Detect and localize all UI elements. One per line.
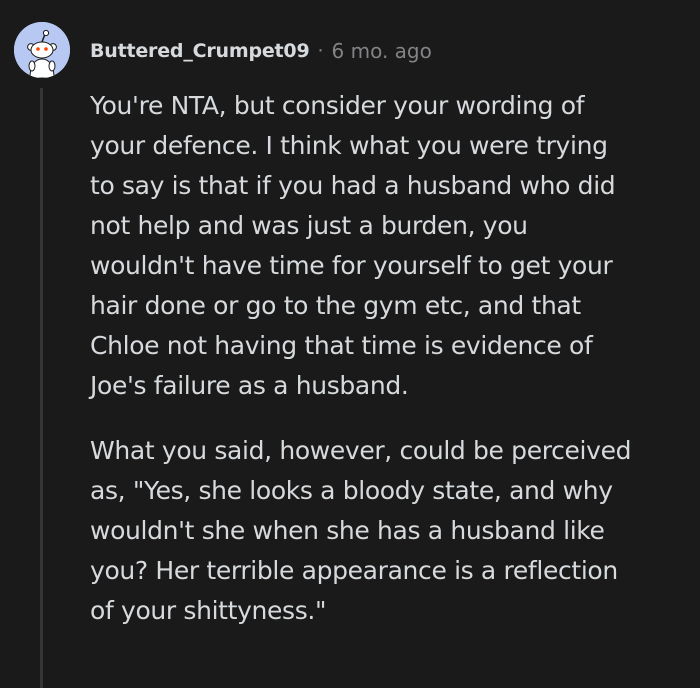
comment-paragraph: You're NTA, but consider your wording of… [90,86,690,406]
text-line: of your shittyness." [90,596,327,625]
comment-paragraph: What you said, however, could be perceiv… [90,431,690,631]
comment-timestamp[interactable]: 6 mo. ago [332,39,432,63]
text-line: not help and was just a burden, you [90,211,528,240]
thread-collapse-line[interactable] [40,88,43,688]
text-line: You're NTA, but consider your wording of [90,91,585,120]
text-line: to say is that if you had a husband who … [90,171,616,200]
text-line: your defence. I think what you were tryi… [90,131,608,160]
text-line: you? Her terrible appearance is a reflec… [90,556,618,585]
comment: Buttered_Crumpet09 · 6 mo. ago You're NT… [0,0,700,688]
comment-body: You're NTA, but consider your wording of… [90,86,690,631]
username-link[interactable]: Buttered_Crumpet09 [90,40,310,62]
text-line: as, "Yes, she looks a bloody state, and … [90,476,613,505]
comment-meta: Buttered_Crumpet09 · 6 mo. ago [90,36,432,66]
text-line: hair done or go to the gym etc, and that [90,291,581,320]
text-line: wouldn't she when she has a husband like [90,516,605,545]
meta-separator: · [317,40,324,62]
text-line: wouldn't have time for yourself to get y… [90,251,613,280]
text-line: Chloe not having that time is evidence o… [90,331,593,360]
text-line: Joe's failure as a husband. [90,371,409,400]
snoo-avatar-icon [14,22,70,78]
avatar[interactable] [14,22,70,78]
text-line: What you said, however, could be perceiv… [90,436,632,465]
